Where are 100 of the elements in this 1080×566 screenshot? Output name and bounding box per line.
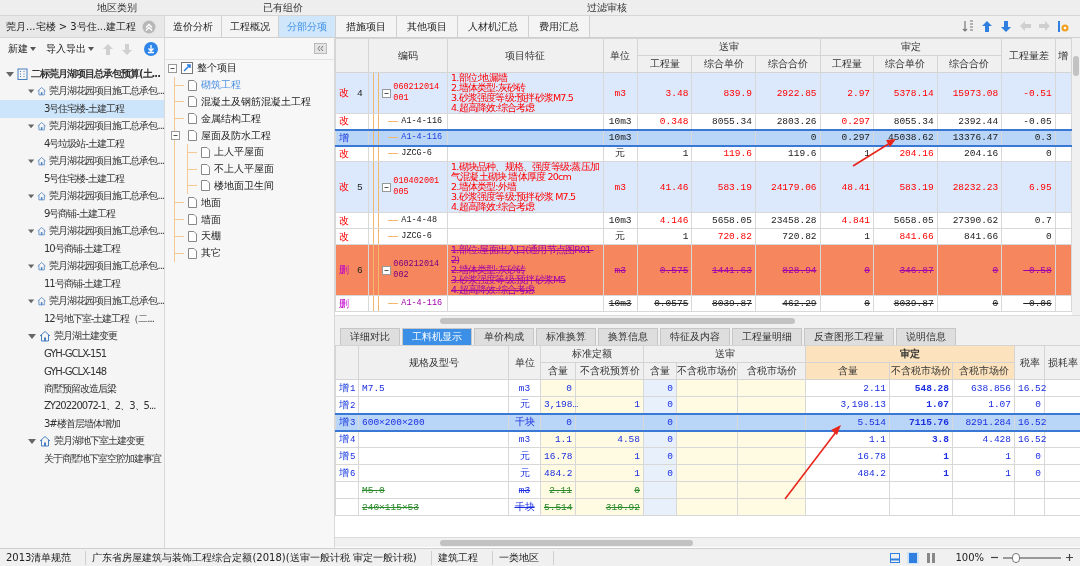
tree-item[interactable]: 关于商墅地下室空腔加建事宜 [0, 450, 164, 468]
sheet-view-icon[interactable] [889, 551, 902, 564]
column-header[interactable]: 单位 [603, 38, 638, 73]
tree-item[interactable]: 4号垃圾站-土建工程 [0, 135, 164, 153]
tree-item[interactable]: 二标莞月湖项目总承包预算(土... [0, 65, 164, 83]
collapse-box-icon[interactable] [382, 88, 392, 98]
tab[interactable]: 详细对比 [340, 328, 400, 345]
tree-item[interactable]: GYH-GCLX-148 [0, 362, 164, 380]
tab[interactable]: 其他项目 [397, 16, 458, 37]
tree-item[interactable]: 其它 [175, 244, 334, 262]
tab[interactable]: 工程量明细 [732, 328, 802, 345]
column-header[interactable]: 单位 [508, 345, 541, 380]
table-row[interactable]: 改 JZCG-6 元 1 119.6 119.6 1 204.16 204.16 0 [335, 145, 1072, 162]
toolbar-label[interactable]: 地区类别 [97, 0, 137, 15]
toolbar-label[interactable]: 过滤审核 [587, 0, 627, 15]
arrow-down-icon[interactable] [1000, 20, 1013, 33]
table-row[interactable]: 删 6 060212014002 1.部位:屋面出入口(通用节点图R01-2) 2.墙体类型:灰砂砖 3.砂浆强度等级:预拌砂浆M5 4.超高降效:综合考虑 m3 0.575 1441.63 828.94 0 346.87 0 -0.58 [335, 244, 1072, 296]
caret-down-icon[interactable] [28, 332, 36, 341]
split-view-icon[interactable] [925, 551, 938, 564]
collapse-box-icon[interactable] [382, 182, 392, 192]
dropdown-button[interactable]: 导入导出 [44, 42, 96, 56]
tree-item[interactable]: 楼地面卫生间 [188, 177, 334, 195]
scrollbar[interactable] [335, 315, 1080, 325]
tree-item[interactable]: 莞月湖花园项目施工总承包... [0, 222, 164, 240]
scrollbar[interactable] [1072, 38, 1080, 315]
tab[interactable]: 费用汇总 [529, 16, 590, 37]
tree-item[interactable]: 地面 [175, 194, 334, 212]
tree-item[interactable]: 3号住宅楼-土建工程 [0, 100, 164, 118]
tab[interactable]: 造价分析 [165, 16, 222, 37]
tree-item[interactable]: 莞月湖花园项目施工总承包... [0, 292, 164, 310]
tree-item[interactable]: 莞月湖花园项目施工总承包... [0, 117, 164, 135]
caret-down-icon[interactable] [28, 122, 35, 131]
tree-item[interactable]: 11号商铺-土建工程 [0, 275, 164, 293]
tree-item[interactable]: 整个项目 [165, 60, 334, 77]
tree-item[interactable]: 上人平屋面 [188, 144, 334, 161]
scroll-thumb[interactable] [440, 540, 693, 546]
caret-down-icon[interactable] [28, 262, 35, 271]
column-header[interactable]: 项目特征 [447, 38, 603, 73]
column-header[interactable]: 工程量差 [1001, 38, 1056, 73]
tree-item[interactable]: 10号商铺-土建工程 [0, 240, 164, 258]
tree-item[interactable]: 商墅预留改造后梁 [0, 380, 164, 398]
tab[interactable]: 反查图形工程量 [804, 328, 894, 345]
tree-item[interactable]: 9号商铺-土建工程 [0, 205, 164, 223]
caret-down-icon[interactable] [6, 69, 14, 78]
tab[interactable]: 标准换算 [536, 328, 596, 345]
tree-item[interactable]: 天棚 [175, 227, 334, 245]
collapse-icon[interactable] [314, 43, 327, 54]
caret-down-icon[interactable] [28, 297, 35, 306]
column-header[interactable]: 编码 [368, 38, 448, 73]
table-row[interactable]: 改 JZCG-6 元 1 720.82 720.82 1 841.66 841.66 0 [335, 228, 1072, 245]
table-row[interactable]: 增 A1-4-116 10m3 0 0.297 45038.62 13376.47 0.3 [335, 129, 1072, 146]
tree-item[interactable]: 不上人平屋面 [188, 160, 334, 178]
table-row[interactable]: 改 4 060212014001 1.部位:地漏墙 2.墙体类型:灰砂砖 3.砂浆强度等级:预拌砂浆M7.5 4.超高降效:综合考虑 m3 3.48 839.9 2922.85 2.97 5378.14 15973.08 -0.51 [335, 72, 1072, 114]
caret-down-icon[interactable] [28, 227, 35, 236]
table-row[interactable]: 240×115×53 千块 5.514 310.92 [335, 498, 1080, 516]
collapse-box-icon[interactable] [382, 265, 392, 275]
table-row[interactable]: 改 5 010402001005 1.砌块品种、规格、强度等级:蒸压加气混凝土砌块 墙体厚度 20cm 2.墙体类型:外墙 3.砂浆强度等级:预拌砂浆 M7.5 4.超高降效:综合考虑 m3 41.46 583.19 24179.06 48.41 583.19 28232.23 6.95 [335, 161, 1072, 213]
tree-item[interactable]: ZY20220072-1、2、3、5... [0, 397, 164, 415]
dropdown-button[interactable]: 新建 [6, 42, 38, 56]
caret-down-icon[interactable] [28, 437, 36, 446]
scrollbar[interactable] [335, 537, 1080, 547]
tab[interactable]: 单价构成 [474, 328, 534, 345]
tab[interactable]: 说明信息 [896, 328, 956, 345]
tree-item[interactable]: 莞月湖花园项目施工总承包... [0, 82, 164, 100]
slider-thumb[interactable] [1011, 552, 1020, 563]
tree-item[interactable]: 莞月湖花园项目施工总承包... [0, 152, 164, 170]
tab[interactable]: 工程概况 [222, 16, 279, 37]
tree-item[interactable]: 12号地下室-土建工程（二... [0, 310, 164, 328]
caret-down-icon[interactable] [28, 157, 35, 166]
table-row[interactable]: 删 A1-4-116 10m3 0.0575 8039.87 462.29 0 8039.87 0 -0.06 [335, 295, 1072, 312]
tab[interactable]: 措施项目 [336, 16, 397, 37]
tree-item[interactable]: 莞月湖花园项目施工总承包... [0, 257, 164, 275]
caret-down-icon[interactable] [28, 192, 35, 201]
tree-item[interactable]: 金属结构工程 [175, 110, 334, 128]
table-row[interactable]: 改 A1-4-48 10m3 4.146 5658.05 23458.28 4.841 5658.05 27390.62 0.7 [335, 212, 1072, 229]
tree-item[interactable]: 莞月湖花园项目施工总承包... [0, 187, 164, 205]
tab[interactable]: 换算信息 [598, 328, 658, 345]
tree-item[interactable]: 墙面 [175, 211, 334, 228]
column-header[interactable]: 税率 [1014, 345, 1045, 380]
download-icon[interactable] [144, 42, 158, 56]
tree-item[interactable]: 5号住宅楼-土建工程 [0, 170, 164, 188]
tab[interactable]: 特征及内容 [660, 328, 730, 345]
tree-item[interactable]: 莞月湖土建变更 [0, 327, 164, 345]
collapse-box-icon[interactable] [171, 131, 180, 141]
sort-icon[interactable] [962, 20, 975, 33]
tree-item[interactable]: GYH-GCLX-151 [0, 345, 164, 363]
tree-item[interactable]: 3#楼首层墙体增加 [0, 415, 164, 433]
arrow-up-icon[interactable] [981, 20, 994, 33]
zoom-in-icon[interactable] [1065, 553, 1074, 562]
column-header[interactable]: 损耗率 [1044, 345, 1080, 380]
collapse-box-icon[interactable] [168, 63, 177, 73]
tree-item[interactable]: 莞月湖地下室土建变更 [0, 432, 164, 450]
caret-down-icon[interactable] [28, 87, 35, 96]
tree-item[interactable]: 屋面及防水工程 [175, 127, 334, 144]
table-row[interactable]: M5.0 m3 2.11 0 [335, 481, 1080, 499]
tab[interactable]: 人材机汇总 [458, 16, 529, 37]
page-view-icon[interactable] [907, 551, 920, 564]
column-header[interactable]: 规格及型号 [358, 345, 509, 380]
settings-icon[interactable] [1057, 20, 1070, 33]
tree-item[interactable]: 混凝土及钢筋混凝土工程 [175, 93, 334, 111]
